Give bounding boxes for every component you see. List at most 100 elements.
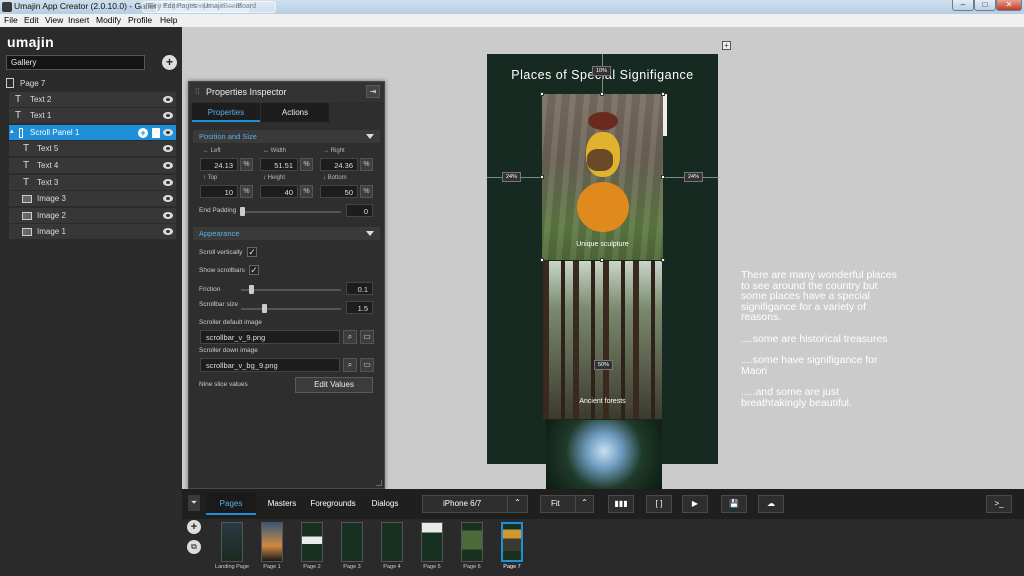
scrollbar-size-knob[interactable] [262,304,267,313]
width-unit-button[interactable]: % [300,158,313,171]
friction-slider[interactable] [241,289,341,291]
resize-handle[interactable] [600,92,604,96]
zoom-select[interactable]: Fit ⌃ [540,495,594,513]
bottom-input[interactable]: 50 [320,185,358,198]
resize-handle[interactable] [540,92,544,96]
chevron-up-icon[interactable]: ⌃ [507,495,527,513]
bottom-unit-button[interactable]: % [360,185,373,198]
scrollbar-thumb[interactable] [663,94,667,136]
resize-grip-icon[interactable] [376,480,382,486]
collapse-arrow-icon[interactable]: ▴ [10,127,14,135]
eye-icon[interactable] [163,112,173,119]
page-thumbnail[interactable] [261,522,283,562]
close-button[interactable]: ✕ [996,0,1022,11]
menu-view[interactable]: View [45,15,63,25]
left-input[interactable]: 24.13 [200,158,238,171]
menu-help[interactable]: Help [160,15,177,25]
eye-icon[interactable] [163,212,173,219]
tab-masters[interactable]: Masters [258,493,306,515]
device-select[interactable]: iPhone 6/7 ⌃ [422,495,528,513]
show-scrollbars-checkbox[interactable]: ✓ [249,265,259,275]
save-icon[interactable]: 💾 [721,495,747,513]
edit-values-button[interactable]: Edit Values [295,377,373,393]
eye-icon[interactable] [163,228,173,235]
scroller-down-input[interactable]: scrollbar_v_bg_9.png [200,358,340,372]
eye-icon[interactable] [163,96,173,103]
resize-handle[interactable] [540,175,544,179]
collapse-panel-icon[interactable]: ⏷ [188,495,200,511]
tab-dialogs[interactable]: Dialogs [361,493,409,515]
resize-handle[interactable] [661,92,665,96]
bracket-icon[interactable]: [ ] [646,495,672,513]
gallery-select[interactable]: Gallery [6,55,145,70]
friction-input[interactable]: 0.1 [346,282,373,295]
eye-icon[interactable] [163,179,173,186]
resize-handle[interactable] [661,175,665,179]
eye-icon[interactable] [163,145,173,152]
height-input[interactable]: 40 [260,185,298,198]
tree-item-text-2[interactable]: T Text 2 [9,92,176,108]
menu-file[interactable]: File [4,15,18,25]
menu-edit[interactable]: Edit [24,15,39,25]
resize-handle[interactable] [661,258,665,262]
section-appearance[interactable]: Appearance [193,227,380,240]
left-unit-button[interactable]: % [240,158,253,171]
width-input[interactable]: 51.51 [260,158,298,171]
friction-knob[interactable] [249,285,254,294]
add-page-button[interactable]: + [162,55,177,70]
section-position-size[interactable]: Position and Size [193,130,380,143]
folder-icon[interactable]: ▭ [360,358,374,372]
top-input[interactable]: 10 [200,185,238,198]
add-child-icon[interactable]: + [138,128,148,138]
eye-icon[interactable] [163,129,173,136]
right-unit-button[interactable]: % [360,158,373,171]
tab-pages[interactable]: Pages [206,493,256,515]
drag-grip-icon[interactable]: ⁞⁞ [195,87,199,96]
page-thumbnail[interactable] [341,522,363,562]
search-icon[interactable]: ⌕ [343,358,357,372]
search-icon[interactable]: ⌕ [343,330,357,344]
tree-item-scroll-panel-1[interactable]: ▴ Scroll Panel 1 + [9,125,176,141]
page-thumbnail[interactable] [461,522,483,562]
tree-item-text-4[interactable]: T Text 4 [9,158,176,174]
image-forest[interactable]: Ancient forests [543,261,662,419]
end-padding-knob[interactable] [240,207,245,216]
scroller-default-input[interactable]: scrollbar_v_9.png [200,330,340,344]
tab-foregrounds[interactable]: Foregrounds [307,493,359,515]
end-padding-slider[interactable] [241,211,341,213]
menu-modify[interactable]: Modify [96,15,121,25]
image-sculpture[interactable]: Unique sculpture [542,94,663,260]
add-page-icon[interactable]: + [187,520,201,534]
tab-actions[interactable]: Actions [261,103,329,122]
tree-item-text-3[interactable]: T Text 3 [9,175,176,191]
scrollbar-size-input[interactable]: 1.5 [346,301,373,314]
side-text-block[interactable]: There are many wonderful places to see a… [741,270,901,419]
folder-icon[interactable]: ▭ [360,330,374,344]
page-row[interactable]: Page 7 [4,77,176,91]
tab-properties[interactable]: Properties [192,103,260,122]
eye-icon[interactable] [163,162,173,169]
chevron-up-icon[interactable]: ⌃ [575,495,593,513]
image-canopy[interactable] [546,420,662,489]
menu-insert[interactable]: Insert [68,15,89,25]
duplicate-page-icon[interactable]: ⧉ [187,540,201,554]
top-unit-button[interactable]: % [240,185,253,198]
page-thumbnail[interactable] [421,522,443,562]
scroll-vertically-checkbox[interactable]: ✓ [247,247,257,257]
tree-item-text-1[interactable]: T Text 1 [9,108,176,124]
tree-item-image-3[interactable]: Image 3 [9,191,176,207]
tree-item-text-5[interactable]: T Text 5 [9,141,176,157]
console-button[interactable]: >_ [986,495,1012,513]
play-icon[interactable]: ▶ [682,495,708,513]
eye-icon[interactable] [163,195,173,202]
scrollbar-size-slider[interactable] [241,308,341,310]
tree-item-image-2[interactable]: Image 2 [9,208,176,224]
delete-icon[interactable] [152,128,160,138]
inspector-header[interactable]: ⁞⁞ Properties Inspector ⇥ [189,82,384,102]
tree-item-image-1[interactable]: Image 1 [9,224,176,240]
height-unit-button[interactable]: % [300,185,313,198]
resize-handle[interactable] [540,258,544,262]
menu-profile[interactable]: Profile [128,15,152,25]
cloud-upload-icon[interactable]: ☁ [758,495,784,513]
page-thumbnail-selected[interactable] [501,522,523,562]
